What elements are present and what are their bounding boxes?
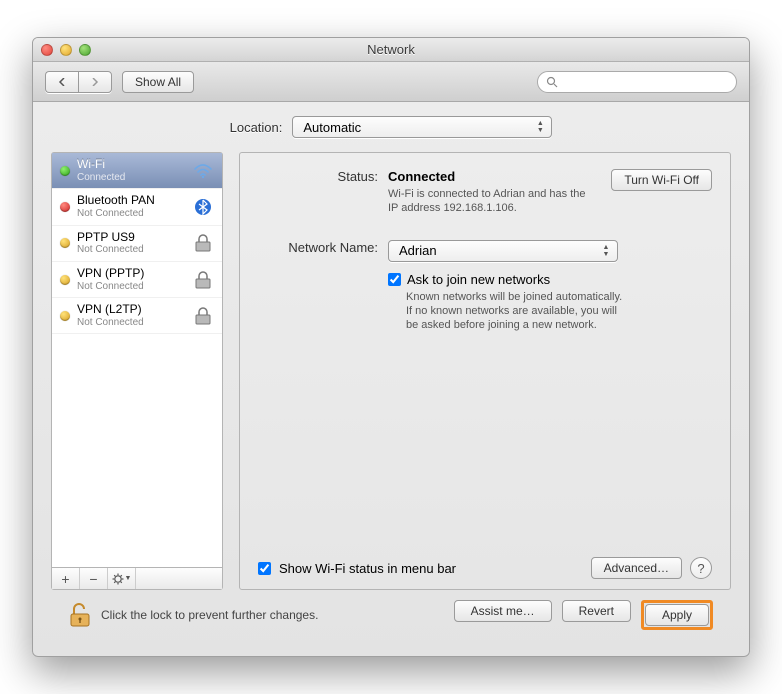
lock-icon [192,269,214,291]
network-preferences-window: Network Show All Location: Automatic ▲▼ [32,37,750,657]
services-list: Wi-Fi Connected Bluetooth PAN Not Connec… [52,153,222,567]
service-name: Bluetooth PAN [77,194,185,208]
apply-button[interactable]: Apply [645,604,709,626]
services-sidebar: Wi-Fi Connected Bluetooth PAN Not Connec… [51,152,223,590]
status-dot-icon [60,238,70,248]
apply-highlight: Apply [641,600,713,630]
assist-me-button[interactable]: Assist me… [454,600,552,622]
bluetooth-icon [192,196,214,218]
chevron-left-icon [58,78,66,86]
service-name: VPN (PPTP) [77,267,185,281]
status-dot-icon [60,202,70,212]
service-status: Not Connected [77,208,185,220]
service-name: VPN (L2TP) [77,303,185,317]
service-actions-button[interactable]: ▼ [108,568,136,589]
detail-panel: Status: Connected Wi-Fi is connected to … [239,152,731,590]
service-status: Not Connected [77,317,185,329]
sidebar-item-vpn-l2tp[interactable]: VPN (L2TP) Not Connected [52,298,222,334]
popup-arrows-icon: ▲▼ [599,243,613,259]
unlock-icon[interactable] [69,602,91,628]
service-name: PPTP US9 [77,231,185,245]
location-value: Automatic [303,120,361,135]
ask-join-label: Ask to join new networks [407,272,550,287]
nav-buttons [45,71,112,93]
sidebar-item-vpn-pptp[interactable]: VPN (PPTP) Not Connected [52,262,222,298]
service-name: Wi-Fi [77,158,185,172]
status-label: Status: [258,169,388,216]
show-menubar-checkbox[interactable] [258,562,271,575]
location-label: Location: [230,120,283,135]
show-menubar-label: Show Wi-Fi status in menu bar [279,561,456,576]
ask-join-description: Known networks will be joined automatica… [388,290,628,333]
search-field[interactable] [537,71,737,93]
lock-text: Click the lock to prevent further change… [101,608,318,622]
revert-button[interactable]: Revert [562,600,631,622]
footer: Click the lock to prevent further change… [51,590,731,644]
chevron-down-icon: ▼ [125,575,132,582]
toolbar: Show All [33,62,749,102]
status-dot-icon [60,275,70,285]
status-description: Wi-Fi is connected to Adrian and has the… [388,187,591,216]
search-input[interactable] [563,75,728,89]
sidebar-action-buttons: + − ▼ [52,567,222,589]
content-area: Location: Automatic ▲▼ Wi-Fi Connected [33,102,749,656]
turn-wifi-off-button[interactable]: Turn Wi-Fi Off [611,169,712,191]
titlebar: Network [33,38,749,62]
service-status: Connected [77,172,185,184]
lock-icon [192,305,214,327]
forward-button[interactable] [78,71,112,93]
network-name-popup[interactable]: Adrian ▲▼ [388,240,618,262]
status-dot-icon [60,166,70,176]
remove-service-button[interactable]: − [80,568,108,589]
search-icon [546,76,558,88]
service-status: Not Connected [77,281,185,293]
network-name-value: Adrian [399,243,437,258]
location-popup[interactable]: Automatic ▲▼ [292,116,552,138]
advanced-button[interactable]: Advanced… [591,557,682,579]
service-status: Not Connected [77,244,185,256]
sidebar-item-pptp-us9[interactable]: PPTP US9 Not Connected [52,226,222,262]
popup-arrows-icon: ▲▼ [533,119,547,135]
chevron-right-icon [91,78,99,86]
help-button[interactable]: ? [690,557,712,579]
network-name-label: Network Name: [258,240,388,333]
gear-icon [112,573,124,585]
show-all-button[interactable]: Show All [122,71,194,93]
add-service-button[interactable]: + [52,568,80,589]
lock-icon [192,232,214,254]
sidebar-item-wifi[interactable]: Wi-Fi Connected [52,153,222,189]
status-dot-icon [60,311,70,321]
main-area: Wi-Fi Connected Bluetooth PAN Not Connec… [51,152,731,590]
window-title: Network [33,42,749,57]
sidebar-item-bluetooth-pan[interactable]: Bluetooth PAN Not Connected [52,189,222,225]
ask-join-checkbox[interactable] [388,273,401,286]
back-button[interactable] [45,71,78,93]
wifi-icon [192,160,214,182]
location-row: Location: Automatic ▲▼ [51,116,731,138]
status-value: Connected [388,169,455,184]
